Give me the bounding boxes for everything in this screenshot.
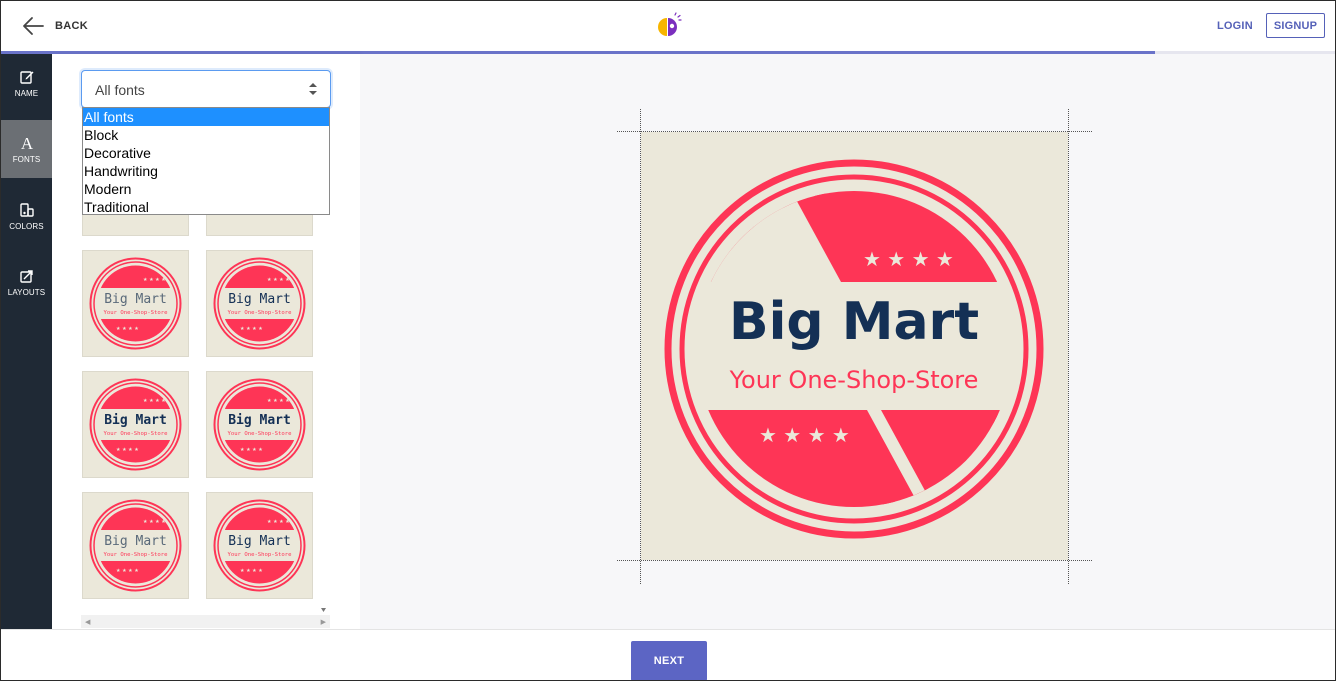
thumbnail-logo: ★ ★ ★ ★ ★ ★ ★ ★ Big Mart Your One-Shop-Stor… <box>89 378 182 471</box>
app-window: BACK LOGIN SIGNUP NAME A FONTS COLORS LA… <box>0 0 1336 681</box>
svg-text:★ ★ ★ ★: ★ ★ ★ ★ <box>267 277 290 283</box>
thumbnail-brand-text: Big Mart <box>228 413 291 428</box>
logo-preview[interactable]: ★ ★ ★ ★ ★ ★ ★ ★ Big Mart Your One-Shop-S… <box>641 132 1068 560</box>
svg-text:★ ★ ★ ★: ★ ★ ★ ★ <box>143 519 166 525</box>
thumbnail-tagline-text: Your One-Shop-Store <box>228 552 293 558</box>
fonts-panel: ★ ★ ★ ★ ★ ★ ★ ★ Big Mart Your One-Shop-Stor… <box>52 54 360 629</box>
back-button[interactable]: BACK <box>21 15 88 37</box>
svg-text:★ ★ ★ ★: ★ ★ ★ ★ <box>267 519 290 525</box>
svg-text:★ ★ ★ ★: ★ ★ ★ ★ <box>863 247 954 271</box>
svg-text:★ ★ ★ ★: ★ ★ ★ ★ <box>116 326 139 332</box>
logo-artwork: ★ ★ ★ ★ ★ ★ ★ ★ Big Mart Your One-Shop-S… <box>664 159 1044 539</box>
scroll-right-icon[interactable]: ▶ <box>321 618 326 626</box>
horizontal-scrollbar[interactable]: ◀ ▶ <box>81 615 330 628</box>
logo-brand-text: Big Mart <box>729 292 979 352</box>
svg-text:★ ★ ★ ★: ★ ★ ★ ★ <box>116 447 139 453</box>
guide-line <box>617 560 1092 561</box>
sidebar-item-label: NAME <box>14 88 39 98</box>
footer-bar: NEXT <box>1 629 1335 680</box>
sidebar-item-label: LAYOUTS <box>7 287 46 297</box>
thumbnail-brand-text: Big Mart <box>104 292 167 307</box>
sidebar: NAME A FONTS COLORS LAYOUTS <box>1 54 52 629</box>
font-thumbnail[interactable]: ★ ★ ★ ★ ★ ★ ★ ★ Big Mart Your One-Shop-Stor… <box>82 250 189 357</box>
thumbnail-logo: ★ ★ ★ ★ ★ ★ ★ ★ Big Mart Your One-Shop-Stor… <box>213 378 306 471</box>
sidebar-item-label: COLORS <box>9 221 44 231</box>
guide-line <box>1068 109 1069 584</box>
palette-icon <box>19 202 34 217</box>
thumbnail-brand-text: Big Mart <box>104 413 167 428</box>
font-category-dropdown: All fonts Block Decorative Handwriting M… <box>82 107 330 215</box>
thumbnail-tagline-text: Your One-Shop-Store <box>104 431 169 437</box>
thumbnail-logo: ★ ★ ★ ★ ★ ★ ★ ★ Big Mart Your One-Shop-Stor… <box>89 499 182 592</box>
svg-text:★ ★ ★ ★: ★ ★ ★ ★ <box>759 423 850 447</box>
svg-text:★ ★ ★ ★: ★ ★ ★ ★ <box>143 277 166 283</box>
dropdown-option-handwriting[interactable]: Handwriting <box>83 162 329 180</box>
font-thumbnail[interactable]: ★ ★ ★ ★ ★ ★ ★ ★ Big Mart Your One-Shop-Stor… <box>206 371 313 478</box>
sort-arrows-icon <box>309 83 317 95</box>
thumbnail-tagline-text: Your One-Shop-Store <box>228 310 293 316</box>
dropdown-option-traditional[interactable]: Traditional <box>83 198 329 216</box>
sidebar-item-fonts[interactable]: A FONTS <box>1 120 52 178</box>
edit-icon <box>19 70 33 84</box>
font-category-value: All fonts <box>95 82 145 98</box>
svg-text:★ ★ ★ ★: ★ ★ ★ ★ <box>267 398 290 404</box>
logo-tagline-text: Your One-Shop-Store <box>729 366 979 394</box>
design-canvas: ★ ★ ★ ★ ★ ★ ★ ★ Big Mart Your One-Shop-S… <box>360 54 1335 629</box>
top-bar: BACK LOGIN SIGNUP <box>1 1 1335 51</box>
signup-button[interactable]: SIGNUP <box>1266 13 1325 38</box>
thumbnail-brand-text: Big Mart <box>228 292 291 307</box>
svg-text:A: A <box>20 135 33 151</box>
svg-text:★ ★ ★ ★: ★ ★ ★ ★ <box>116 568 139 574</box>
layout-icon <box>19 269 33 283</box>
thumbnail-logo: ★ ★ ★ ★ ★ ★ ★ ★ Big Mart Your One-Shop-Stor… <box>89 257 182 350</box>
svg-text:★ ★ ★ ★: ★ ★ ★ ★ <box>240 326 263 332</box>
svg-text:★ ★ ★ ★: ★ ★ ★ ★ <box>240 568 263 574</box>
thumbnail-logo: ★ ★ ★ ★ ★ ★ ★ ★ Big Mart Your One-Shop-Stor… <box>213 257 306 350</box>
font-thumbnail[interactable]: ★ ★ ★ ★ ★ ★ ★ ★ Big Mart Your One-Shop-Stor… <box>206 492 313 599</box>
sidebar-item-colors[interactable]: COLORS <box>1 187 52 245</box>
font-icon: A <box>20 135 33 151</box>
font-thumbnail[interactable]: ★ ★ ★ ★ ★ ★ ★ ★ Big Mart Your One-Shop-Stor… <box>82 492 189 599</box>
sidebar-item-layouts[interactable]: LAYOUTS <box>1 253 52 311</box>
svg-text:★ ★ ★ ★: ★ ★ ★ ★ <box>143 398 166 404</box>
thumbnail-logo: ★ ★ ★ ★ ★ ★ ★ ★ Big Mart Your One-Shop-Stor… <box>213 499 306 592</box>
thumbnail-brand-text: Big Mart <box>228 534 291 549</box>
thumbnail-tagline-text: Your One-Shop-Store <box>228 431 293 437</box>
dropdown-option-decorative[interactable]: Decorative <box>83 144 329 162</box>
thumbnail-tagline-text: Your One-Shop-Store <box>104 552 169 558</box>
thumbnail-tagline-text: Your One-Shop-Store <box>104 310 169 316</box>
dropdown-option-block[interactable]: Block <box>83 126 329 144</box>
sidebar-item-label: FONTS <box>12 154 41 164</box>
dropdown-option-all-fonts[interactable]: All fonts <box>83 108 329 126</box>
arrow-left-icon <box>23 17 44 35</box>
brand-logo-icon <box>658 12 682 36</box>
font-category-select[interactable]: All fonts <box>81 70 331 108</box>
login-link[interactable]: LOGIN <box>1217 20 1253 32</box>
svg-text:★ ★ ★ ★: ★ ★ ★ ★ <box>240 447 263 453</box>
font-thumbnail[interactable]: ★ ★ ★ ★ ★ ★ ★ ★ Big Mart Your One-Shop-Stor… <box>82 371 189 478</box>
next-button[interactable]: NEXT <box>631 641 707 680</box>
scroll-left-icon[interactable]: ◀ <box>85 618 90 626</box>
dropdown-option-modern[interactable]: Modern <box>83 180 329 198</box>
font-thumbnail[interactable]: ★ ★ ★ ★ ★ ★ ★ ★ Big Mart Your One-Shop-Stor… <box>206 250 313 357</box>
thumbnail-brand-text: Big Mart <box>104 534 167 549</box>
sidebar-item-name[interactable]: NAME <box>1 54 52 112</box>
back-label: BACK <box>55 20 88 32</box>
